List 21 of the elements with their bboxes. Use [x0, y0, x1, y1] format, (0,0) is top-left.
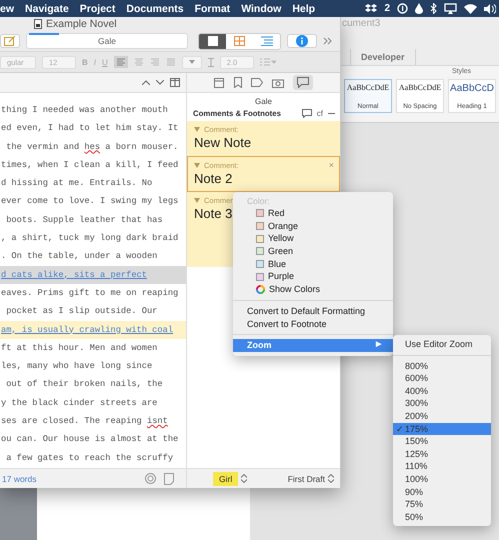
- text-line: les, many who have long since: [0, 360, 154, 374]
- text-line: ever come to love. I swing my legs: [0, 195, 180, 208]
- text-line: . On the table, under a wooden: [0, 250, 158, 264]
- text-line: pocket as I slip outside. Our: [5, 305, 158, 318]
- text-line: a few gates to reach the scruffy: [5, 452, 174, 465]
- window-title: Example Novel: [46, 18, 117, 30]
- text-line: boots. Supple leather that has: [5, 214, 164, 227]
- text-line: y the black cinder streets are: [0, 396, 158, 410]
- window-title: cument3: [342, 18, 380, 29]
- text-line: ed even, I had to let him stay. It: [0, 122, 180, 136]
- text-line: , a shirt, tuck my long dark braid: [0, 232, 180, 246]
- text-line: d hissing at me. Entrails. No: [0, 177, 154, 190]
- text-line: ses are closed. The reaping isnt: [0, 415, 169, 428]
- text-line: ou can. Our house is almost at the: [0, 433, 180, 446]
- text-line: thing I needed was another mouth: [0, 104, 169, 117]
- text-line: times, when I clean a kill, I feed: [0, 158, 180, 172]
- text-line: out of their broken nails, the: [5, 378, 164, 392]
- inspector-title: Gale: [254, 96, 273, 106]
- text-line: ft at this hour. Men and women: [0, 342, 158, 355]
- text-line: the vermin and hes a born mouser.: [5, 140, 180, 154]
- text-line: eaves. Prims gift to me on reaping: [0, 286, 180, 300]
